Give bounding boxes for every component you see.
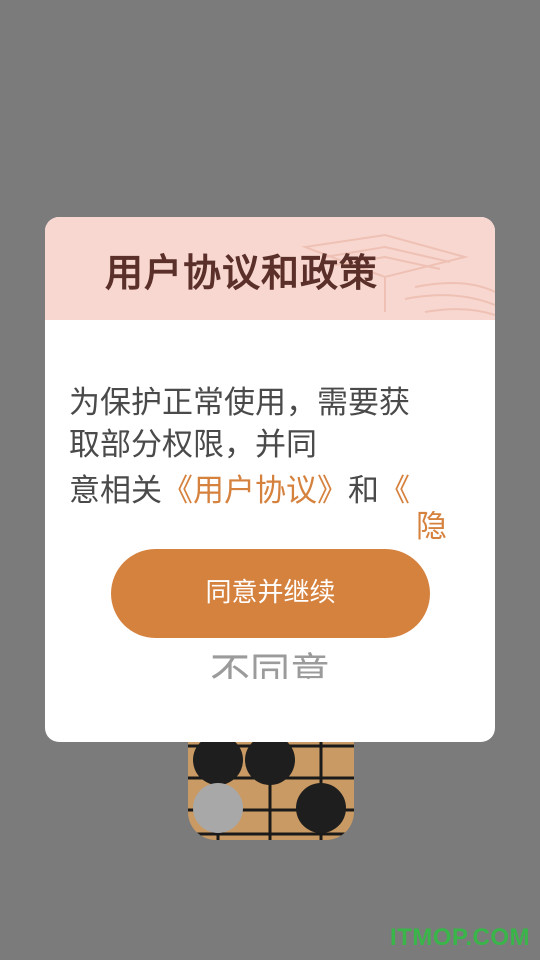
dialog-header: 用户协议和政策 <box>45 217 495 320</box>
disagree-button-clip: 不同意 <box>45 647 495 679</box>
privacy-policy-link-continued[interactable]: 隐 <box>69 506 447 548</box>
message-text: 意相关 <box>69 473 162 509</box>
user-agreement-dialog: 用户协议和政策 为保护正常使用，需要获 取部分权限，并同 意相关《用户协议》和《… <box>45 217 495 742</box>
message-line: 意相关《用户协议》和《 <box>69 470 447 512</box>
user-agreement-link[interactable]: 《用户协议》 <box>162 473 348 509</box>
privacy-policy-link[interactable]: 《 <box>379 473 410 509</box>
dialog-message: 为保护正常使用，需要获 取部分权限，并同 意相关《用户协议》和《 隐 <box>69 382 447 548</box>
agree-continue-button[interactable]: 同意并继续 <box>111 549 430 638</box>
message-line: 取部分权限，并同 <box>69 427 317 463</box>
dialog-title: 用户协议和政策 <box>105 251 379 295</box>
disagree-button[interactable]: 不同意 <box>45 649 495 679</box>
message-text: 和 <box>348 473 379 509</box>
message-line: 为保护正常使用，需要获 <box>69 385 410 421</box>
watermark: ITMOP.COM <box>389 924 530 951</box>
